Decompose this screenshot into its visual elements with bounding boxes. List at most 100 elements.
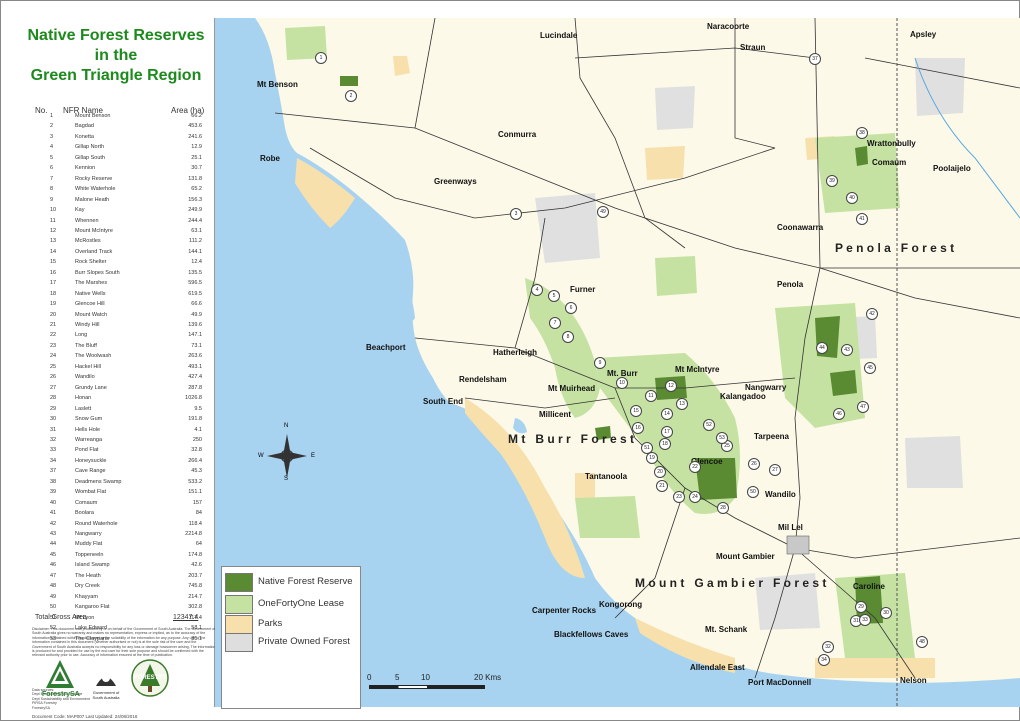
table-row: 8 White Waterhole 65.2 [18,186,214,196]
private-forest [905,436,963,488]
reserve-name: Mount Benson [75,113,111,119]
town-label: Coonawarra [777,223,824,232]
legend-item-private-forest: Private Owned Forest [225,633,355,652]
region-label-penola: P e n o l a F o r e s t [835,241,955,255]
reserve-marker: 3 [510,208,522,220]
reserve-marker: 10 [616,377,628,389]
town-label: Kongorong [599,600,643,609]
reserve-marker: 7 [549,317,561,329]
town-label: Robe [260,154,280,163]
town-label: Hatherleigh [493,348,538,357]
reserve-name: Mount Watch [75,311,108,318]
reserve-area: 619.5 [188,290,202,297]
reserve-area: 32.8 [191,447,202,454]
table-row: 10 Kay 249.9 [18,207,214,217]
scale-tick-20: 20 Kms [474,673,502,682]
town-label: Mount Gambier [716,552,775,561]
reserve-no: 50 [50,604,57,611]
reserve-no: 20 [50,311,57,318]
reserve-name: Pond Flat [75,447,99,454]
forestry-logo: FORESTRY [130,658,170,702]
reserve-name: Konetta [75,133,94,140]
reserve-area: 493.1 [188,363,202,370]
reserve-no: 47 [50,572,57,579]
reserve-no: 14 [50,248,57,255]
reserve-marker: 2 [345,90,357,102]
reserve-no: 7 [50,175,54,182]
reserve-name: Long [75,332,88,339]
private-forest [915,58,965,116]
table-row: 14 Overland Track 144.1 [18,249,214,259]
reserve-marker: 43 [841,344,853,356]
reserve-no: 22 [50,332,57,339]
reserve-no: 10 [50,207,57,214]
reserve-marker: 42 [866,308,878,320]
table-row: 46 Island Swamp 42.6 [18,562,214,572]
table-row: 7 Rocky Reserve 131.8 [18,176,214,186]
reserve-marker: 29 [855,601,867,613]
reserve-area: 241.6 [188,133,202,140]
reserve-marker: 46 [833,408,845,420]
town-label: Lucindale [540,31,578,40]
town-area [786,535,810,555]
table-row: 31 Hells Hole 4.1 [18,427,214,437]
reserve-marker: 26 [748,458,760,470]
native-forest-reserve [855,146,868,166]
reserve-area: 151.1 [188,489,202,496]
table-row: 18 Native Wells 619.5 [18,291,214,301]
reserve-name: Rocky Reserve [75,175,113,182]
reserve-area: 64 [195,541,202,548]
reserve-area: 66.2 [191,113,202,119]
reserve-name: Gillap North [75,144,105,151]
reserve-name: Bagdad [75,123,94,130]
park [393,56,410,76]
region-label-mt-burr: M t B u r r F o r e s t [508,432,635,446]
table-row: 26 Wandilo 427.4 [18,374,214,384]
legend-label: Private Owned Forest [258,636,350,647]
table-row: 41 Boolara 84 [18,510,214,520]
reserve-no: 19 [50,301,57,308]
reserve-no: 3 [50,133,54,140]
private-forest [655,86,695,130]
forestrysa-logo: ForestrySA [42,658,80,702]
reserve-no: 46 [50,562,57,569]
reserve-name: Honeysuckle [75,457,107,464]
town-label: Apsley [910,30,937,39]
reserve-area: 249.9 [188,207,202,214]
table-row: 37 Cave Range 45.3 [18,468,214,478]
reserve-area: 263.6 [188,353,202,360]
table-row: 44 Muddy Flat 64 [18,541,214,551]
table-row: 9 Malone Heath 156.3 [18,197,214,207]
reserve-area: 84 [195,510,202,517]
table-row: 2 Bagdad 453.6 [18,123,214,133]
town-label: Mt. Schank [705,625,748,634]
reserve-no: 2 [50,123,54,130]
reserve-area: 63.1 [191,227,202,234]
reserve-area: 1026.8 [185,395,202,402]
table-row: 38 Deadmens Swamp 533.2 [18,479,214,489]
map-title-line1: Native Forest Reserves [27,27,205,44]
table-row: 40 Comaum 157 [18,500,214,510]
scale-tick-5: 5 [395,673,400,682]
town-label: Comaum [872,158,907,167]
reserve-name: Glencoe Hill [75,301,105,308]
reserve-marker: 45 [864,362,876,374]
town-label: Naracoorte [707,22,750,31]
total-area-label: Total Gross Area [35,614,87,621]
table-row: 3 Konetta 241.6 [18,134,214,144]
legend-label: Parks [258,618,283,629]
reserve-no: 39 [50,489,57,496]
town-label: Penola [777,280,804,289]
table-row: 45 Toppeneeln 174.8 [18,552,214,562]
reserve-marker: 50 [747,486,759,498]
table-row: 20 Mount Watch 49.9 [18,312,214,322]
reserve-name: Kangaroo Flat [75,604,110,611]
town-label: Mt Benson [257,80,298,89]
reserve-area: 45.3 [191,468,202,475]
reserve-marker: 41 [856,213,868,225]
reserve-marker: 39 [826,175,838,187]
legend-item-parks: Parks [225,615,355,634]
reserve-area: 302.8 [188,604,202,611]
town-label: Kalangadoo [720,392,766,401]
table-row: 25 Hackel Hill 493.1 [18,364,214,374]
